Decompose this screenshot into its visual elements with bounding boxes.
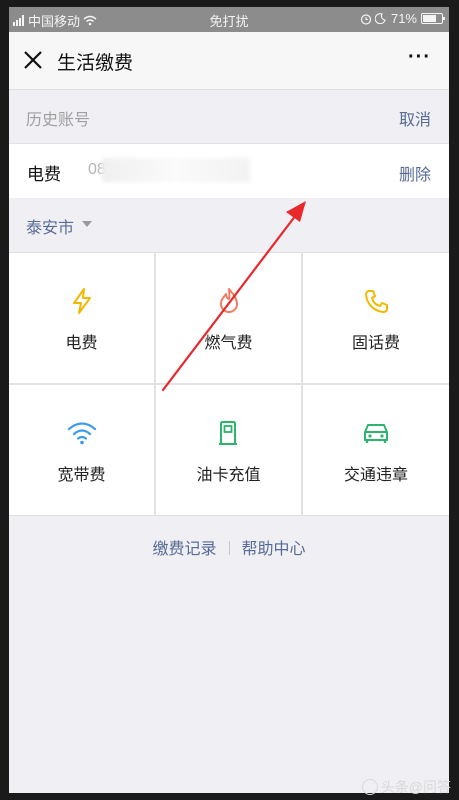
nav-bar: 生活缴费 ··· [9,32,449,90]
delete-button[interactable]: 删除 [399,161,431,185]
battery-percent: 71% [390,11,417,26]
history-label: 历史账号 [26,112,91,129]
phone-screen: 中国移动 免打扰 71% 生活缴费 ··· 历史账号 取消 电费 08 删除 泰… [9,7,449,793]
saved-account-row[interactable]: 电费 08 删除 [9,143,449,199]
footer-links: 缴费记录 帮助中心 [9,535,449,559]
watermark-logo-icon [361,779,378,795]
service-gas[interactable]: 燃气费 [156,253,301,383]
moon-icon [374,13,386,24]
flame-icon [214,286,244,316]
service-electricity[interactable]: 电费 [9,253,154,383]
service-label: 燃气费 [204,335,253,352]
page-title: 生活缴费 [57,53,134,74]
service-landline[interactable]: 固话费 [303,253,449,383]
service-label: 交通违章 [343,467,408,484]
service-label: 电费 [65,335,98,352]
service-label: 宽带费 [57,467,106,484]
more-menu-button[interactable]: ··· [408,46,431,69]
battery-icon [421,13,445,24]
car-icon [361,418,391,448]
alarm-icon [360,13,372,25]
service-broadband[interactable]: 宽带费 [9,385,154,515]
service-fuel-card[interactable]: 油卡充值 [156,385,301,515]
watermark: 头条@问答 [361,777,451,797]
service-traffic-violation[interactable]: 交通违章 [303,385,449,515]
cancel-button[interactable]: 取消 [399,106,431,130]
account-type: 电费 [27,165,61,184]
status-bar: 中国移动 免打扰 71% [9,7,449,32]
help-center-link[interactable]: 帮助中心 [242,541,306,558]
blurred-account-number [102,158,250,182]
service-label: 固话费 [351,335,400,352]
payment-records-link[interactable]: 缴费记录 [152,541,216,558]
wifi-icon [67,418,97,448]
watermark-text: 头条@问答 [380,779,451,795]
city-selector[interactable]: 泰安市 [9,198,449,252]
caret-down-icon[interactable] [82,221,92,227]
service-grid: 电费 燃气费 固话费 宽带费 油卡充值 交通违章 [9,252,449,516]
gas-station-icon [214,418,244,448]
history-account-row: 历史账号 取消 [9,90,449,142]
close-icon[interactable] [21,48,45,72]
service-label: 油卡充值 [196,467,261,484]
lightning-icon [67,286,97,316]
phone-icon [361,286,391,316]
footer-divider [228,541,230,555]
city-label[interactable]: 泰安市 [26,214,74,238]
